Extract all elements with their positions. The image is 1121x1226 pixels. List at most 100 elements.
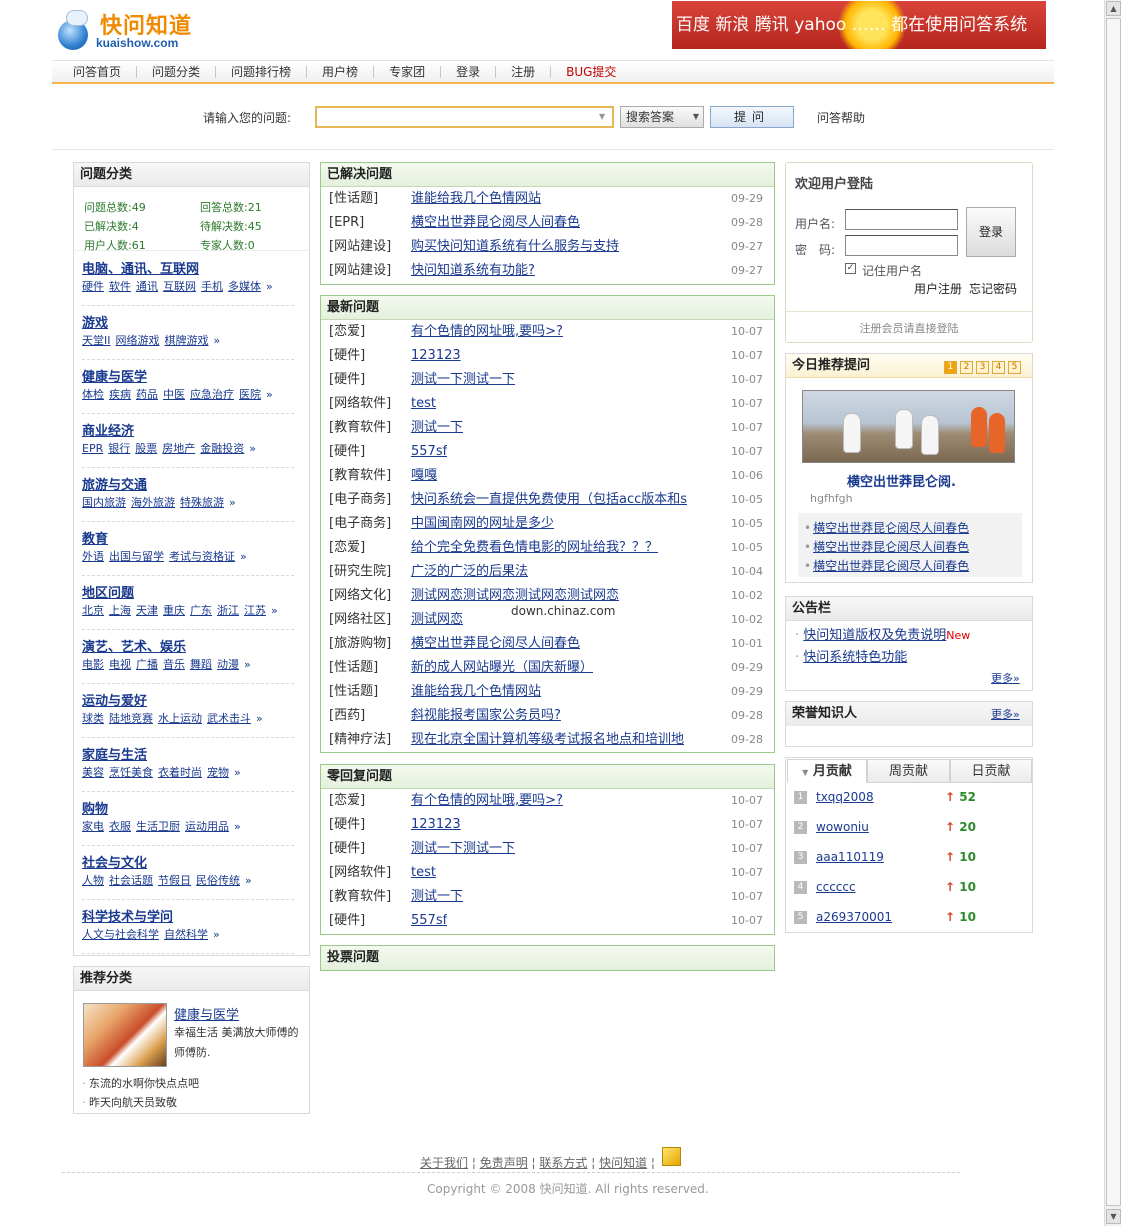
subcategory-link[interactable]: 浙江	[217, 604, 239, 617]
tab-monthly[interactable]: ▼ 月贡献	[787, 759, 867, 783]
question-title-link[interactable]: 123123	[411, 344, 461, 368]
question-category[interactable]: [网络软件]	[329, 861, 391, 885]
subcategory-link[interactable]: EPR	[82, 442, 103, 455]
more-arrow-icon[interactable]: »	[213, 928, 220, 941]
page-5-button[interactable]: 5	[1008, 361, 1021, 374]
subcategory-link[interactable]: 电视	[109, 658, 131, 671]
subcategory-link[interactable]: 美容	[82, 766, 104, 779]
question-title-link[interactable]: 测试一下测试一下	[411, 837, 515, 861]
subcategory-link[interactable]: 广播	[136, 658, 158, 671]
contributor-link[interactable]: txqq2008	[816, 790, 874, 804]
recommend-question-item[interactable]: 横空出世莽昆仑阅尽人间春色	[804, 557, 969, 574]
subcategory-link[interactable]: 金融投资	[200, 442, 244, 455]
subcategory-link[interactable]: 社会话题	[109, 874, 153, 887]
subcategory-link[interactable]: 软件	[109, 280, 131, 293]
question-title-link[interactable]: 测试一下测试一下	[411, 368, 515, 392]
more-arrow-icon[interactable]: »	[234, 766, 241, 779]
nav-experts[interactable]: 专家团	[374, 65, 442, 78]
page-2-button[interactable]: 2	[960, 361, 973, 374]
question-category[interactable]: [网站建设]	[329, 259, 391, 283]
more-arrow-icon[interactable]: »	[214, 334, 221, 347]
question-title-link[interactable]: 中国闽南网的网址是多少	[411, 512, 554, 536]
category-title-link[interactable]: 商业经济	[82, 422, 294, 442]
subcategory-link[interactable]: 电影	[82, 658, 104, 671]
recommend-question-item[interactable]: 横空出世莽昆仑阅尽人间春色	[804, 519, 969, 536]
nav-user-ranking[interactable]: 用户榜	[307, 65, 375, 78]
subcategory-link[interactable]: 通讯	[136, 280, 158, 293]
recommended-item[interactable]: 昨天向航天员致敬	[82, 1094, 177, 1110]
subcategory-link[interactable]: 外语	[82, 550, 104, 563]
question-category[interactable]: [教育软件]	[329, 464, 391, 488]
subcategory-link[interactable]: 海外旅游	[131, 496, 175, 509]
subcategory-link[interactable]: 运动用品	[185, 820, 229, 833]
question-title-link[interactable]: 测试一下	[411, 416, 463, 440]
recommended-feature-link[interactable]: 健康与医学	[174, 1004, 239, 1023]
subcategory-link[interactable]: 银行	[108, 442, 130, 455]
question-category[interactable]: [恋爱]	[329, 536, 365, 560]
ask-question-button[interactable]: 提问	[710, 106, 794, 128]
question-title-link[interactable]: test	[411, 861, 436, 885]
question-title-link[interactable]: 谁能给我几个色情网站	[411, 187, 541, 211]
more-arrow-icon[interactable]: »	[266, 280, 273, 293]
subcategory-link[interactable]: 动漫	[217, 658, 239, 671]
footer-about-link[interactable]: 关于我们	[420, 1156, 468, 1170]
tab-weekly[interactable]: 周贡献	[867, 759, 950, 783]
question-title-link[interactable]: 557sf	[411, 909, 447, 933]
nav-login[interactable]: 登录	[441, 65, 497, 78]
footer-contact-link[interactable]: 联系方式	[539, 1156, 587, 1170]
subcategory-link[interactable]: 宠物	[207, 766, 229, 779]
scroll-down-arrow-icon[interactable]: ▼	[1106, 1209, 1121, 1224]
category-title-link[interactable]: 演艺、艺术、娱乐	[82, 638, 294, 658]
subcategory-link[interactable]: 多媒体	[228, 280, 261, 293]
subcategory-link[interactable]: 硬件	[82, 280, 104, 293]
question-title-link[interactable]: 新的成人网站曝光（国庆新曝）	[411, 656, 593, 680]
subcategory-link[interactable]: 房地产	[162, 442, 195, 455]
question-title-link[interactable]: 测试一下	[411, 885, 463, 909]
question-category[interactable]: [恋爱]	[329, 789, 365, 813]
subcategory-link[interactable]: 疾病	[109, 388, 131, 401]
question-category[interactable]: [硬件]	[329, 909, 365, 933]
subcategory-link[interactable]: 水上运动	[158, 712, 202, 725]
category-title-link[interactable]: 旅游与交通	[82, 476, 294, 496]
subcategory-link[interactable]: 武术击斗	[207, 712, 251, 725]
more-arrow-icon[interactable]: »	[244, 658, 251, 671]
subcategory-link[interactable]: 舞蹈	[190, 658, 212, 671]
question-title-link[interactable]: 横空出世莽昆仑阅尽人间春色	[411, 632, 580, 656]
ad-banner[interactable]: 百度 新浪 腾讯 yahoo …… 都在使用问答系统	[672, 1, 1046, 49]
question-category[interactable]: [硬件]	[329, 837, 365, 861]
honor-more-link[interactable]: 更多»	[991, 706, 1020, 722]
question-title-link[interactable]: 嘎嘎	[411, 464, 437, 488]
subcategory-link[interactable]: 自然科学	[164, 928, 208, 941]
subcategory-link[interactable]: 家电	[82, 820, 104, 833]
subcategory-link[interactable]: 应急治疗	[190, 388, 234, 401]
remember-username-checkbox[interactable]: ✓	[845, 263, 856, 274]
login-button[interactable]: 登录	[966, 207, 1016, 257]
question-title-link[interactable]: 现在北京全国计算机等级考试报名地点和培训地	[411, 728, 684, 752]
subcategory-link[interactable]: 重庆	[163, 604, 185, 617]
question-title-link[interactable]: 有个色情的网址哦,要吗>?	[411, 320, 563, 344]
vertical-scrollbar[interactable]: ▲ ▼	[1104, 0, 1121, 1226]
subcategory-link[interactable]: 天堂II	[82, 334, 111, 347]
question-category[interactable]: [恋爱]	[329, 320, 365, 344]
scroll-thumb[interactable]	[1106, 18, 1121, 1206]
subcategory-link[interactable]: 手机	[201, 280, 223, 293]
question-category[interactable]: [硬件]	[329, 368, 365, 392]
question-category[interactable]: [硬件]	[329, 813, 365, 837]
category-title-link[interactable]: 教育	[82, 530, 294, 550]
question-category[interactable]: [硬件]	[329, 440, 365, 464]
subcategory-link[interactable]: 北京	[82, 604, 104, 617]
subcategory-link[interactable]: 体检	[82, 388, 104, 401]
question-category[interactable]: [网络文化]	[329, 584, 391, 608]
category-title-link[interactable]: 科学技术与学问	[82, 908, 294, 928]
question-title-link[interactable]: test	[411, 392, 436, 416]
page-4-button[interactable]: 4	[992, 361, 1005, 374]
question-title-link[interactable]: 横空出世莽昆仑阅尽人间春色	[411, 211, 580, 235]
recommend-caption[interactable]: 横空出世莽昆仑阅.	[847, 471, 956, 490]
subcategory-link[interactable]: 音乐	[163, 658, 185, 671]
question-title-link[interactable]: 谁能给我几个色情网站	[411, 680, 541, 704]
question-category[interactable]: [网络软件]	[329, 392, 391, 416]
question-category[interactable]: [电子商务]	[329, 512, 391, 536]
question-category[interactable]: [教育软件]	[329, 885, 391, 909]
site-badge-icon[interactable]	[662, 1147, 681, 1166]
recommend-question-item[interactable]: 横空出世莽昆仑阅尽人间春色	[804, 538, 969, 555]
